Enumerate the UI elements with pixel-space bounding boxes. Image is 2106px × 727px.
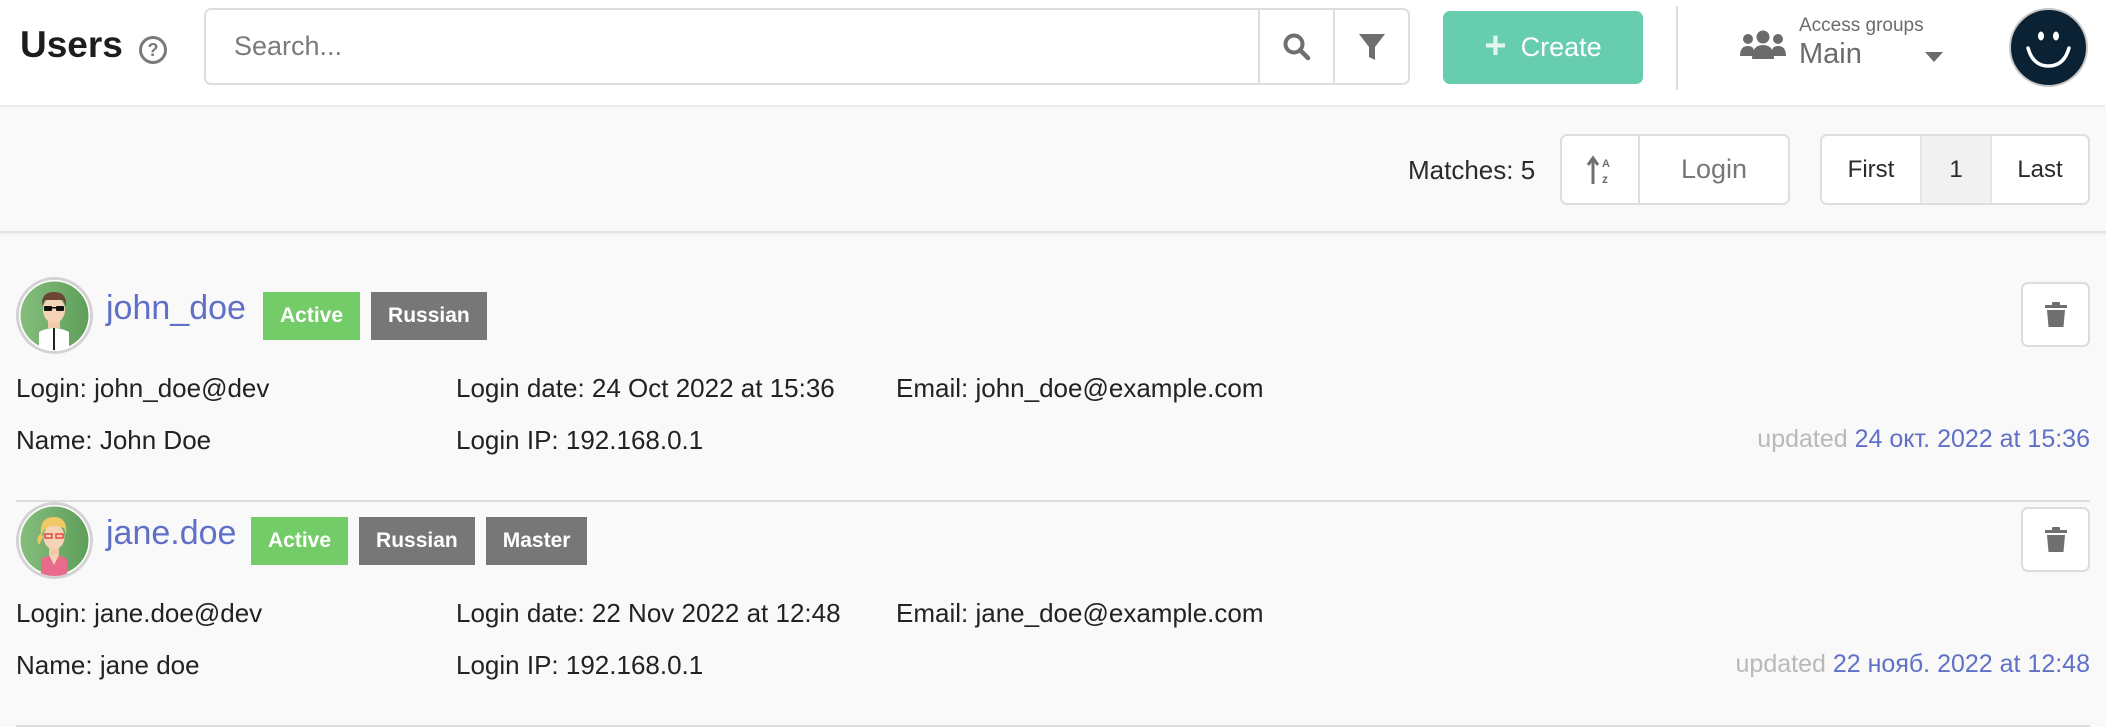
smiley-icon [2026,31,2071,68]
badge-list: Active Russian Master [251,517,588,565]
name-field: Name: jane doe [16,650,200,681]
status-badge: Active [263,292,361,340]
email-field: Email: john_doe@example.com [896,373,1264,404]
updated-info: updated 22 нояб. 2022 at 12:48 [1736,650,2090,679]
language-badge: Russian [371,292,487,340]
name-field: Name: John Doe [16,425,211,456]
updated-label: updated [1757,425,1848,453]
login-ip-field: Login IP: 192.168.0.1 [456,650,703,681]
name-value: jane doe [99,650,200,680]
page-title: Users [20,24,123,65]
svg-text:A: A [1602,158,1610,170]
top-header: Users ? + Create Access groups Main [0,0,2106,105]
user-list-item: john_doe Active Russian Login: john_doe@… [16,277,2090,502]
access-groups-dropdown[interactable]: Access groups Main [1737,12,1947,82]
sort-control: A z Login [1560,134,1790,205]
results-toolbar: Matches: 5 A z Login First 1 Last [0,105,2106,233]
filter-icon [1358,33,1385,60]
sort-direction-button[interactable]: A z [1562,136,1640,203]
login-date-label: Login date: [456,373,585,403]
create-button-label: Create [1520,32,1602,62]
updated-info: updated 24 окт. 2022 at 15:36 [1757,425,2090,454]
access-groups-value: Main [1799,38,1862,70]
email-label: Email: [896,373,969,403]
name-value: John Doe [99,425,212,455]
matches-count: Matches: 5 [1408,155,1536,185]
login-ip-field: Login IP: 192.168.0.1 [456,425,703,456]
user-list-item: jane.doe Active Russian Master Login: ja… [16,502,2090,727]
login-value: john_doe@dev [94,373,270,403]
username-link[interactable]: jane.doe [106,514,236,553]
login-field: Login: john_doe@dev [16,373,269,404]
name-label: Name: [16,650,93,680]
plus-icon: + [1484,24,1507,67]
female-avatar-icon [20,506,89,576]
header-divider [1676,6,1678,90]
search-input[interactable] [206,10,1258,83]
sort-field-select[interactable]: Login [1640,136,1788,203]
login-ip-value: 192.168.0.1 [565,650,704,680]
page-first-button[interactable]: First [1822,136,1920,203]
username-link[interactable]: john_doe [106,289,246,328]
help-icon[interactable]: ? [139,36,167,64]
trash-icon [2044,526,2067,552]
profile-avatar[interactable] [2009,8,2088,87]
filter-button[interactable] [1333,10,1408,83]
email-field: Email: jane_doe@example.com [896,598,1264,629]
page-current-button[interactable]: 1 [1920,136,1992,203]
sort-alpha-asc-icon: A z [1586,154,1610,186]
login-value: jane.doe@dev [94,598,263,628]
create-button[interactable]: + Create [1443,11,1643,84]
email-value: john_doe@example.com [975,373,1264,403]
user-avatar [16,277,93,354]
login-ip-label: Login IP: [456,425,559,455]
login-date-value: 24 Oct 2022 at 15:36 [591,373,835,403]
pagination: First 1 Last [1820,134,2090,205]
login-ip-value: 192.168.0.1 [565,425,704,455]
login-date-value: 22 Nov 2022 at 12:48 [591,598,841,628]
user-avatar [16,502,93,579]
male-avatar-icon [20,281,89,351]
badge-list: Active Russian [263,292,487,340]
search-icon [1283,33,1310,60]
login-field: Login: jane.doe@dev [16,598,262,629]
email-value: jane_doe@example.com [975,598,1264,628]
access-groups-label: Access groups [1799,15,1924,36]
login-label: Login: [16,598,87,628]
users-group-icon [1740,30,1786,59]
name-label: Name: [16,425,93,455]
delete-user-button[interactable] [2021,282,2090,347]
chevron-down-icon [1925,52,1943,62]
updated-date: 24 окт. 2022 at 15:36 [1854,425,2090,453]
updated-date: 22 нояб. 2022 at 12:48 [1832,650,2090,678]
search-bar [204,8,1410,85]
trash-icon [2044,301,2067,327]
svg-text:z: z [1602,172,1608,186]
updated-label: updated [1735,650,1826,678]
login-ip-label: Login IP: [456,650,559,680]
language-badge: Russian [359,517,475,565]
login-label: Login: [16,373,87,403]
login-date-field: Login date: 24 Oct 2022 at 15:36 [456,373,835,404]
login-date-field: Login date: 22 Nov 2022 at 12:48 [456,598,841,629]
page-last-button[interactable]: Last [1992,136,2088,203]
email-label: Email: [896,598,969,628]
role-badge: Master [485,517,588,565]
login-date-label: Login date: [456,598,585,628]
search-button[interactable] [1258,10,1333,83]
delete-user-button[interactable] [2021,507,2090,572]
status-badge: Active [251,517,349,565]
